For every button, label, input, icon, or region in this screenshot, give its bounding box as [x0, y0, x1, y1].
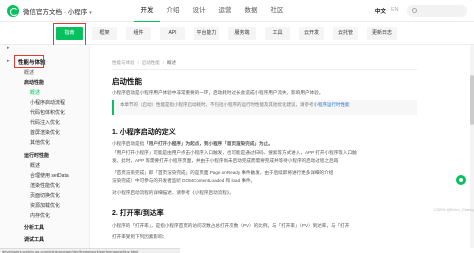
- status-url-bar: developers.weixin.qq.com/miniprogram/dev…: [0, 248, 180, 253]
- main-content: 性能与体验 / 启动性能 / 概述 启动性能 小程序启动是小程序用户体验中非常重要的一环…: [90, 45, 474, 248]
- sidebar-item-startup-flow[interactable]: 小程序启动流程: [30, 99, 65, 106]
- sidebar-item-resource-load[interactable]: 资源加载优化: [30, 202, 60, 209]
- breadcrumb: 性能与体验 / 启动性能 / 概述: [112, 60, 176, 66]
- def-line: 对小程序启动流程的详细描述，请参考《小程序启动流程》。: [112, 190, 234, 195]
- tip-box: 本章节的（启动）性能是指小程序启动耗时，不包括小程序的运行时性能及其他优化建议，…: [112, 100, 417, 115]
- def-bold-text: 「用户打开小程序」为起点，到小程序「首页渲染完成」为止。: [144, 141, 273, 146]
- lang-zh-toggle[interactable]: 中文: [375, 7, 386, 15]
- nav-design[interactable]: 设计: [186, 0, 212, 22]
- tab-api[interactable]: API: [160, 27, 185, 40]
- tab-platform[interactable]: 平台能力: [194, 27, 219, 40]
- scrollbar[interactable]: [470, 45, 474, 248]
- sidebar-item-startup[interactable]: 启动性能: [24, 79, 44, 86]
- tip-prefix: 本章节的（启动）性能是指小程序启动耗时，不包括小程序的运行时性能及其他优化建议，…: [120, 102, 314, 107]
- wechat-logo-icon[interactable]: [7, 5, 19, 17]
- lang-en-toggle[interactable]: EN: [391, 7, 399, 13]
- tab-tools[interactable]: 工具: [265, 27, 290, 40]
- sidebar-item-runtime-overview[interactable]: 概述: [30, 162, 40, 169]
- breadcrumb-item[interactable]: 启动性能: [142, 60, 160, 65]
- sidebar-item-memory[interactable]: 内存优化: [30, 212, 50, 219]
- sidebar-item-render-opt[interactable]: 渲染性能优化: [30, 182, 60, 189]
- sidebar-item-first-render[interactable]: 首屏渲染优化: [30, 129, 60, 136]
- def-line: 渲染完成）中可参与的开发者监听 DOMContentLoaded 和 load …: [112, 178, 256, 183]
- search-input[interactable]: [407, 5, 467, 17]
- runtime-perf-link[interactable]: 小程序运行时性能: [314, 102, 350, 107]
- sidebar-item-analysis[interactable]: 分析工具: [24, 224, 44, 231]
- tab-changelog[interactable]: 更新日志: [367, 27, 397, 40]
- feedback-float-icon[interactable]: [456, 175, 466, 185]
- brand[interactable]: 微信官方文档 · 小程序 ▾: [23, 6, 92, 16]
- rate-line: 小程序的「打开率」，是指小程序首页的访问次数占总打开次数（PV）的比例，与「打开…: [112, 223, 350, 228]
- top-header: 微信官方文档 · 小程序 ▾ 开发 介绍 设计 运营 数据 社区 中文 EN: [0, 0, 474, 22]
- intro-text: 小程序启动是小程序用户体验中非常重要的一环，启动耗时过长会造成小程序用户流失，影…: [112, 90, 324, 95]
- breadcrumb-sep: /: [137, 60, 139, 65]
- tab-server[interactable]: 服务端: [228, 27, 256, 40]
- nav-develop[interactable]: 开发: [134, 0, 160, 22]
- page-title: 启动性能: [112, 77, 142, 86]
- nav-data[interactable]: 数据: [238, 0, 264, 22]
- sidebar-item-setdata[interactable]: 合理使用 setData: [30, 172, 69, 179]
- tab-cloud-hosting[interactable]: 云托管: [333, 27, 358, 40]
- breadcrumb-item[interactable]: 性能与体验: [112, 60, 135, 65]
- search-icon: [412, 8, 417, 13]
- top-nav: 开发 介绍 设计 运营 数据 社区: [134, 0, 290, 22]
- nav-community[interactable]: 社区: [264, 0, 290, 22]
- chevron-down-icon: ▾: [89, 10, 92, 16]
- sidebar-item-startup-overview[interactable]: 概述: [30, 89, 40, 96]
- sidebar-item-debug[interactable]: 调试工具: [24, 236, 44, 243]
- sidebar-item-page-switch[interactable]: 页面切换优化: [30, 192, 60, 199]
- breadcrumb-current: 概述: [167, 60, 177, 65]
- section-heading-open-rate: 2. 打开率/到达率: [112, 210, 164, 217]
- highlight-box-performance: [14, 55, 44, 68]
- sidebar-item-overview[interactable]: 概述: [24, 69, 34, 76]
- tab-framework[interactable]: 框架: [92, 27, 117, 40]
- section-heading-definition: 1. 小程序启动的定义: [112, 129, 176, 136]
- chevron-right-icon[interactable]: ▸: [7, 58, 12, 64]
- brand-title: 微信官方文档: [23, 9, 62, 16]
- def-text: 小程序启动是指: [112, 141, 145, 146]
- sidebar: ▸ ▸ 性能与体验 概述 启动性能 概述 小程序启动流程 代码包体积优化 代码注…: [0, 45, 90, 248]
- nav-intro[interactable]: 介绍: [160, 0, 186, 22]
- divider: [112, 69, 417, 70]
- watermark: CSDN @Echo_Cheng: [434, 207, 474, 212]
- sidebar-item-code-inject[interactable]: 代码注入优化: [30, 119, 60, 126]
- def-line: 小程序启动是指「用户打开小程序」为起点，到小程序「首页渲染完成」为止。: [112, 141, 273, 147]
- def-line: 「首页渲染完成」即「首页渲染完成」的是页面 Page.onReady 事件触发，…: [112, 170, 334, 175]
- breadcrumb-sep: /: [162, 60, 165, 65]
- scroll-thumb[interactable]: [470, 75, 474, 125]
- tip-text: 本章节的（启动）性能是指小程序启动耗时，不包括小程序的运行时性能及其他优化建议，…: [120, 102, 350, 108]
- sidebar-item-runtime[interactable]: 运行时性能: [24, 152, 49, 159]
- sidebar-item-package-size[interactable]: 代码包体积优化: [30, 109, 65, 116]
- tab-cloud-dev[interactable]: 云开发: [299, 27, 324, 40]
- nav-operation[interactable]: 运营: [212, 0, 238, 22]
- highlight-box-guide: [53, 23, 86, 46]
- chevron-right-icon[interactable]: ▸: [7, 45, 12, 51]
- def-line: 「用户打开小程序」可能是由用户点击小程序入口触发，也可能是通过扫码、搜索等方式进…: [112, 150, 357, 155]
- sidebar-item-other-opt[interactable]: 其他优化: [30, 139, 50, 146]
- product-title: 小程序: [67, 9, 88, 16]
- tab-components[interactable]: 组件: [126, 27, 151, 40]
- def-line: 发。此时，APP 等需要打开小程序页面，并由于小程序尚未启动完成而需要完成并等待…: [112, 158, 339, 163]
- rate-line: 打开率受到下列因素影响：: [112, 234, 168, 239]
